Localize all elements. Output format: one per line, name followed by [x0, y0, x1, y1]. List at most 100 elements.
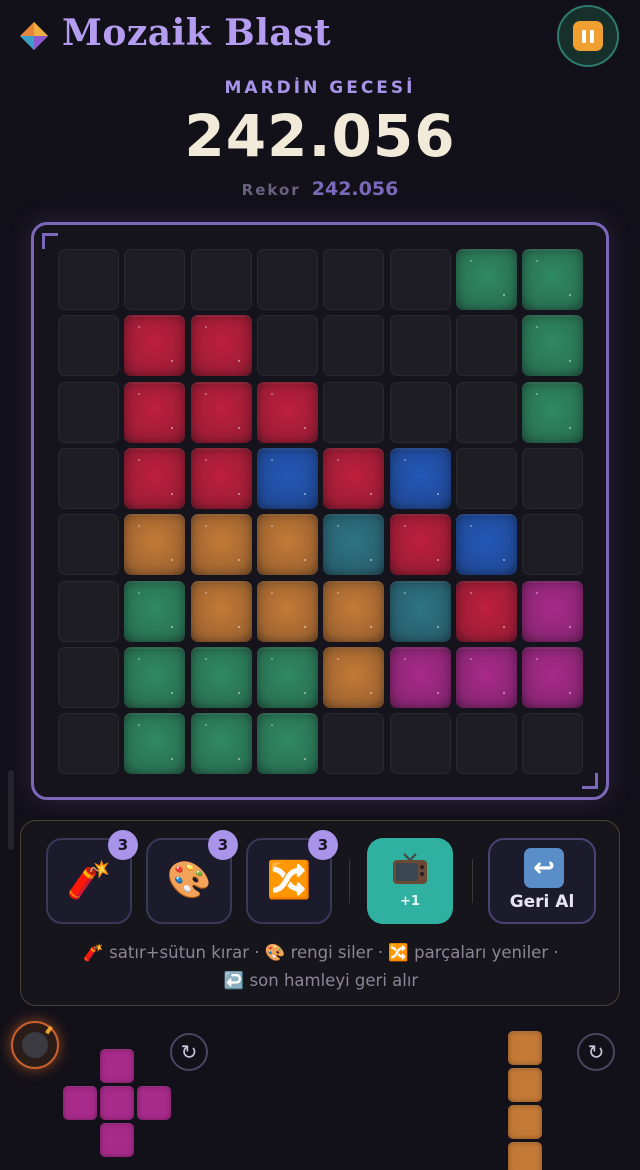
- undo-button[interactable]: ↩ Geri Al: [488, 838, 596, 924]
- board-cell-orange[interactable]: [124, 514, 186, 576]
- record-value: 242.056: [311, 178, 399, 200]
- board-cell-green[interactable]: [124, 713, 186, 775]
- board-cell-empty[interactable]: [455, 381, 517, 443]
- rotate-piece-button[interactable]: ↻: [577, 1033, 615, 1071]
- board-cell-empty[interactable]: [58, 381, 119, 443]
- rotate-piece-button[interactable]: ↻: [170, 1033, 208, 1071]
- board-cell-empty[interactable]: [58, 315, 119, 377]
- board-cell-empty[interactable]: [58, 249, 119, 310]
- board-cell-red[interactable]: [124, 315, 186, 377]
- board-cell-teal[interactable]: [389, 580, 451, 642]
- board-cell-empty[interactable]: [323, 713, 385, 775]
- board-cell-teal[interactable]: [323, 514, 385, 576]
- plus-piece-block[interactable]: [100, 1123, 134, 1157]
- board-corner-decoration: [42, 233, 58, 249]
- board-cell-empty[interactable]: [58, 713, 119, 775]
- side-handle: [8, 770, 14, 850]
- vertical-line-piece-block[interactable]: [508, 1031, 542, 1065]
- board-cell-red[interactable]: [190, 447, 252, 509]
- vertical-line-piece-block[interactable]: [508, 1105, 542, 1139]
- board-cell-orange[interactable]: [323, 580, 385, 642]
- palette-tool-button[interactable]: 🎨 3: [146, 830, 238, 924]
- board-cell-green[interactable]: [190, 713, 252, 775]
- board-cell-empty[interactable]: [522, 514, 584, 576]
- shuffle-icon: 🔀: [266, 860, 312, 901]
- header: Mozaik Blast: [0, 0, 640, 70]
- board-cell-green[interactable]: [522, 381, 584, 443]
- dynamite-icon: 🧨: [66, 860, 112, 901]
- shuffle-tool-button[interactable]: 🔀 3: [246, 830, 338, 924]
- board-cell-empty[interactable]: [389, 381, 451, 443]
- board-cell-orange[interactable]: [256, 580, 318, 642]
- vertical-line-piece-block[interactable]: [508, 1142, 542, 1170]
- board-cell-green[interactable]: [124, 580, 186, 642]
- record-display: Rekor 242.056: [0, 178, 640, 200]
- board-cell-red[interactable]: [389, 514, 451, 576]
- divider: [472, 859, 473, 903]
- board-cell-green[interactable]: [124, 646, 186, 708]
- board-cell-blue[interactable]: [389, 447, 451, 509]
- board-cell-red[interactable]: [190, 315, 252, 377]
- board-cell-orange[interactable]: [190, 580, 252, 642]
- board-cell-red[interactable]: [455, 580, 517, 642]
- tool-count-badge: 3: [108, 830, 138, 860]
- board-cell-green[interactable]: [455, 249, 517, 310]
- board-cell-empty[interactable]: [256, 315, 318, 377]
- board-cell-red[interactable]: [124, 447, 186, 509]
- divider: [349, 859, 350, 903]
- board-cell-empty[interactable]: [190, 249, 252, 310]
- board-cell-empty[interactable]: [124, 249, 186, 310]
- board-cell-empty[interactable]: [455, 315, 517, 377]
- board-cell-empty[interactable]: [455, 447, 517, 509]
- board-cell-empty[interactable]: [323, 315, 385, 377]
- app-title: Mozaik Blast: [62, 12, 332, 54]
- watch-ad-button[interactable]: +1: [367, 838, 453, 924]
- board-cell-empty[interactable]: [389, 249, 451, 310]
- board-cell-red[interactable]: [323, 447, 385, 509]
- board-cell-orange[interactable]: [323, 646, 385, 708]
- board-cell-empty[interactable]: [58, 447, 119, 509]
- board-cell-blue[interactable]: [455, 514, 517, 576]
- plus-piece-block[interactable]: [63, 1086, 97, 1120]
- board-cell-blue[interactable]: [256, 447, 318, 509]
- dynamite-tool-button[interactable]: 🧨 3: [46, 830, 138, 924]
- board-cell-empty[interactable]: [323, 381, 385, 443]
- board-cell-empty[interactable]: [389, 713, 451, 775]
- board-cell-empty[interactable]: [522, 447, 584, 509]
- board-cell-green[interactable]: [256, 713, 318, 775]
- diamond-logo-icon: [20, 22, 48, 50]
- board-cell-red[interactable]: [190, 381, 252, 443]
- board-cell-magenta[interactable]: [389, 646, 451, 708]
- board-cell-empty[interactable]: [58, 514, 119, 576]
- tool-tray: 🧨 3 🎨 3 🔀 3 +1 ↩ Geri Al 🧨 satır+sütun k…: [20, 820, 620, 1006]
- bomb-button[interactable]: [11, 1021, 59, 1069]
- board-cell-empty[interactable]: [58, 646, 119, 708]
- legend-line: 🧨 satır+sütun kırar · 🎨 rengi siler · 🔀 …: [83, 943, 559, 962]
- board-cell-magenta[interactable]: [522, 646, 584, 708]
- board-cell-green[interactable]: [522, 315, 584, 377]
- board-cell-green[interactable]: [522, 249, 584, 310]
- board-cell-empty[interactable]: [389, 315, 451, 377]
- board-cell-orange[interactable]: [256, 514, 318, 576]
- plus-piece-block[interactable]: [100, 1049, 134, 1083]
- board-cell-red[interactable]: [124, 381, 186, 443]
- board-cell-orange[interactable]: [190, 514, 252, 576]
- board-cell-green[interactable]: [256, 646, 318, 708]
- plus-piece-block[interactable]: [137, 1086, 171, 1120]
- board-cell-green[interactable]: [190, 646, 252, 708]
- board-cell-empty[interactable]: [256, 249, 318, 310]
- plus-piece-block[interactable]: [100, 1086, 134, 1120]
- legend-line: ↩️ son hamleyi geri alır: [223, 971, 419, 990]
- board-cell-empty[interactable]: [522, 713, 584, 775]
- bomb-icon: [22, 1032, 48, 1058]
- board-cell-empty[interactable]: [323, 249, 385, 310]
- board-cell-magenta[interactable]: [455, 646, 517, 708]
- board-cell-empty[interactable]: [455, 713, 517, 775]
- vertical-line-piece-block[interactable]: [508, 1068, 542, 1102]
- game-board[interactable]: [31, 222, 609, 800]
- pause-button[interactable]: [557, 5, 619, 67]
- board-cell-magenta[interactable]: [522, 580, 584, 642]
- board-cell-red[interactable]: [256, 381, 318, 443]
- tool-count-badge: 3: [308, 830, 338, 860]
- board-cell-empty[interactable]: [58, 580, 119, 642]
